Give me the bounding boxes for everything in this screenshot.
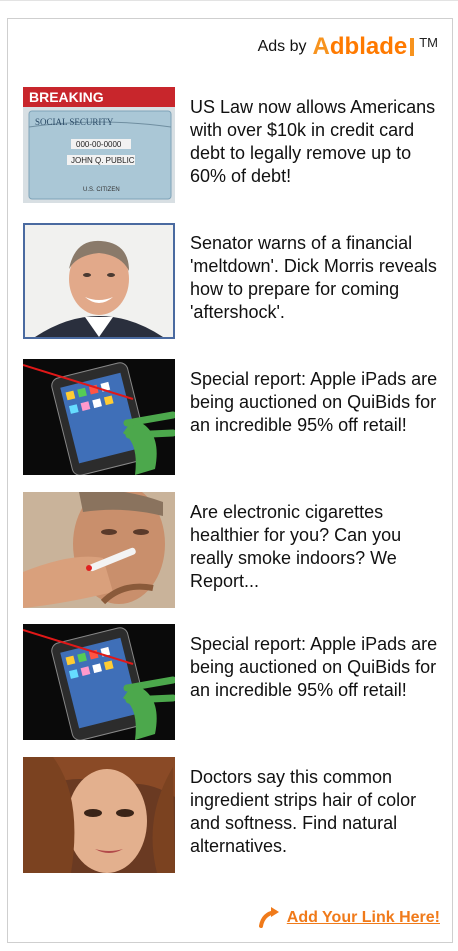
ad-headline[interactable]: Doctors say this common ingredient strip… [190,766,443,858]
card-line: U.S. CITIZEN [83,187,120,193]
ad-headline[interactable]: Senator warns of a financial 'meltdown'.… [190,232,443,324]
ad-thumbnail-man-portrait[interactable] [23,223,175,339]
card-line: 000-00-0000 [76,140,122,149]
ad-item[interactable]: Senator warns of a financial 'meltdown'.… [23,223,443,339]
ad-thumbnail-social-security-card[interactable]: BREAKING SOCIAL SECURITY 000-00-0000 JOH… [23,87,175,203]
adblade-logo[interactable]: A dblade TM [313,33,438,61]
ads-by-label: Ads by [257,38,307,55]
ad-item[interactable]: Are electronic cigarettes healthier for … [23,492,443,608]
ad-headline[interactable]: Are electronic cigarettes healthier for … [190,501,443,593]
card-line: JOHN Q. PUBLIC [71,156,135,165]
top-divider [0,0,458,1]
breaking-caption: BREAKING [29,89,104,105]
add-your-link-link[interactable]: Add Your Link Here! [287,909,440,927]
ad-thumbnail-woman-portrait[interactable] [23,757,175,873]
ad-thumbnail-e-cigarette[interactable] [23,492,175,608]
ad-thumbnail-ipad-auction[interactable] [23,359,175,475]
ad-item[interactable]: Special report: Apple iPads are being au… [23,624,443,740]
ads-by-header: Ads by A dblade TM [258,33,438,61]
logo-letter-a: A [312,33,330,60]
logo-trademark: TM [419,35,438,50]
ad-item[interactable]: Special report: Apple iPads are being au… [23,359,443,475]
ad-headline[interactable]: Special report: Apple iPads are being au… [190,368,443,437]
ad-headline[interactable]: Special report: Apple iPads are being au… [190,633,443,702]
card-line: SOCIAL SECURITY [35,117,114,127]
ad-item[interactable]: Doctors say this common ingredient strip… [23,757,443,873]
ad-headline[interactable]: US Law now allows Americans with over $1… [190,96,443,188]
logo-bar-icon [410,38,415,56]
footer: Add Your Link Here! [257,906,440,930]
ad-widget: Ads by A dblade TM BREAKING SOCIAL SECUR… [7,18,453,943]
logo-wordmark: dblade [329,33,408,60]
ad-thumbnail-ipad-auction[interactable] [23,624,175,740]
ad-item[interactable]: BREAKING SOCIAL SECURITY 000-00-0000 JOH… [23,87,443,203]
curved-arrow-icon [258,907,279,928]
